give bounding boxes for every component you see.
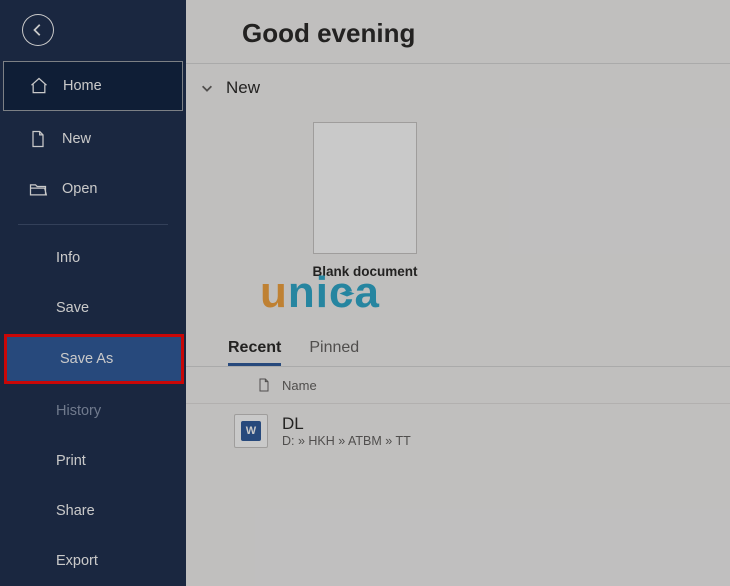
chevron-down-icon [200,81,214,95]
nav-info-label: Info [56,250,80,266]
nav-open[interactable]: Open [0,164,186,214]
arrow-left-icon [31,23,45,37]
tab-pinned-label: Pinned [309,339,359,356]
nav-new-label: New [62,131,91,147]
backstage-sidebar: Home New Open Info Save Save As History … [0,0,186,586]
folder-open-icon [28,179,48,199]
file-row[interactable]: W DL D: » HKH » ATBM » TT [186,404,730,458]
page-title: Good evening [186,18,730,49]
file-meta: DL D: » HKH » ATBM » TT [282,414,411,448]
tab-recent[interactable]: Recent [228,339,281,366]
back-button[interactable] [22,14,54,46]
nav-export[interactable]: Export [0,536,186,586]
section-new-header[interactable]: New [186,72,730,104]
file-list-header: Name [186,367,730,404]
tab-pinned[interactable]: Pinned [309,339,359,366]
recent-tabs: Recent Pinned [186,339,730,367]
templates-row: Blank document [186,104,730,279]
nav-open-label: Open [62,181,97,197]
sidebar-divider [18,224,168,225]
nav-export-label: Export [56,553,98,569]
nav-home-label: Home [63,78,102,94]
nav-share-label: Share [56,503,95,519]
nav-history[interactable]: History [0,386,186,436]
nav-save-as[interactable]: Save As [4,334,184,384]
file-list-header-name: Name [282,378,317,393]
nav-print-label: Print [56,453,86,469]
file-path: D: » HKH » ATBM » TT [282,434,411,448]
word-document-icon: W [234,414,268,448]
template-label: Blank document [298,264,432,279]
page-icon [28,129,48,149]
home-icon [29,76,49,96]
tab-recent-label: Recent [228,339,281,356]
main-panel: Good evening New Blank document Recent P… [186,0,730,586]
section-new-label: New [226,78,260,98]
nav-save-label: Save [56,300,89,316]
file-list-header-icon-col [246,375,282,395]
nav-save[interactable]: Save [0,283,186,333]
template-thumb [313,122,417,254]
nav-info[interactable]: Info [0,233,186,283]
app-shell: Home New Open Info Save Save As History … [0,0,730,586]
nav-history-label: History [56,403,101,419]
page-icon [256,375,272,395]
nav-save-as-label: Save As [60,351,113,367]
nav-print[interactable]: Print [0,436,186,486]
title-divider [186,63,730,64]
nav-new[interactable]: New [0,114,186,164]
file-name: DL [282,414,411,434]
nav-share[interactable]: Share [0,486,186,536]
nav-home[interactable]: Home [3,61,183,111]
template-blank-document[interactable]: Blank document [298,122,432,279]
